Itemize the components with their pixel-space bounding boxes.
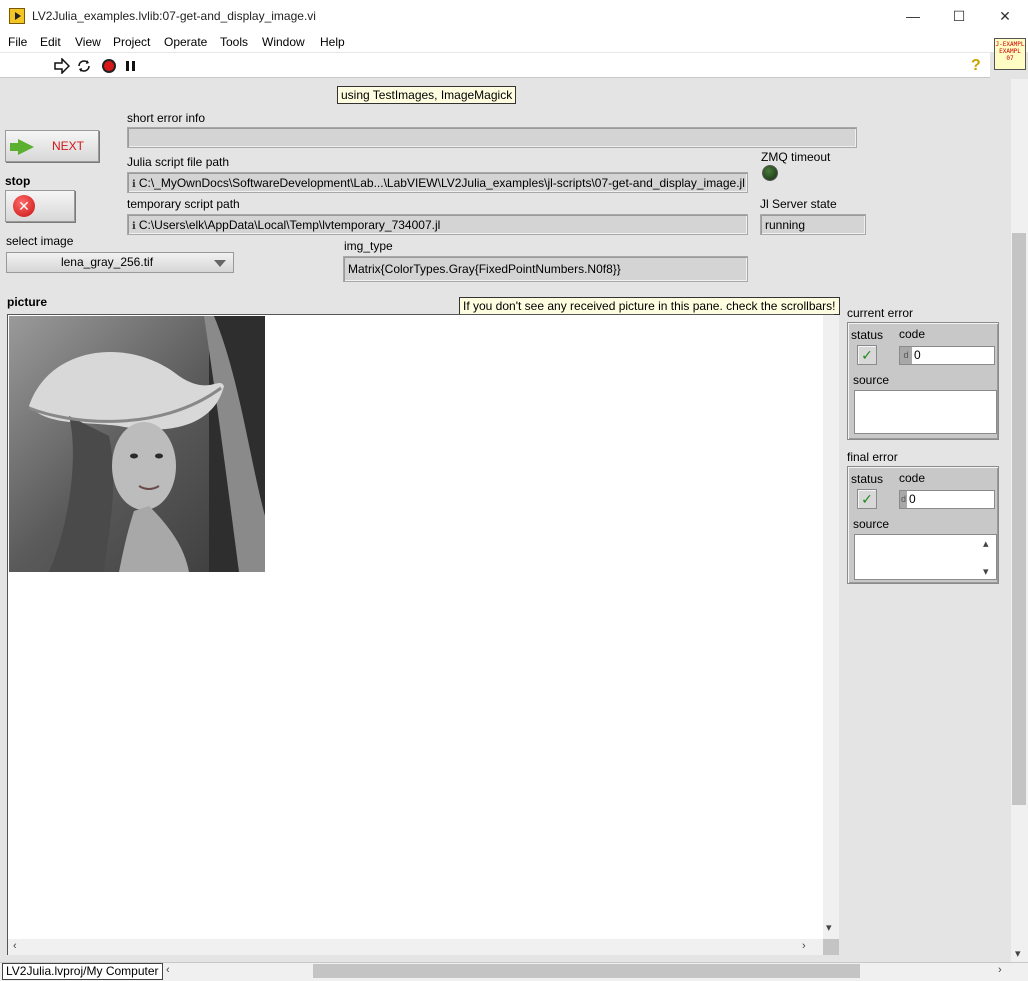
select-image-dropdown[interactable]: lena_gray_256.tif bbox=[6, 252, 234, 273]
julia-path-label: Julia script file path bbox=[127, 155, 230, 169]
grayscale-portrait-image bbox=[9, 316, 265, 572]
chevron-left-icon[interactable]: ‹ bbox=[166, 964, 170, 976]
jl-server-state-label: Jl Server state bbox=[760, 197, 837, 211]
next-button[interactable]: NEXT bbox=[5, 130, 99, 162]
final-error-cluster: status code ✓ d0 source ▴ ▾ bbox=[847, 466, 999, 584]
toolbar bbox=[0, 52, 990, 78]
menu-bar bbox=[0, 32, 1028, 52]
chevron-right-icon[interactable]: › bbox=[998, 964, 1002, 976]
arrow-right-icon bbox=[10, 139, 34, 155]
menu-operate[interactable]: Operate bbox=[164, 35, 207, 49]
select-image-label: select image bbox=[6, 234, 74, 248]
zmq-timeout-label: ZMQ timeout bbox=[761, 150, 831, 164]
final-error-label: final error bbox=[847, 450, 898, 464]
status-check-icon[interactable]: ✓ bbox=[857, 345, 877, 365]
code-label: code bbox=[899, 471, 926, 485]
vi-icon-text-2: EXAMPL bbox=[999, 48, 1021, 55]
select-image-value: lena_gray_256.tif bbox=[60, 255, 154, 269]
source-field[interactable] bbox=[854, 390, 997, 434]
status-check-icon[interactable]: ✓ bbox=[857, 489, 877, 509]
img-type-field: Matrix{ColorTypes.Gray{FixedPointNumbers… bbox=[343, 256, 748, 282]
source-label: source bbox=[853, 517, 890, 531]
short-error-field bbox=[127, 127, 857, 148]
maximize-button[interactable]: ☐ bbox=[936, 0, 982, 32]
temp-path-label: temporary script path bbox=[127, 197, 240, 211]
menu-project[interactable]: Project bbox=[113, 35, 150, 49]
window-horizontal-scroll-thumb[interactable] bbox=[313, 964, 860, 978]
pause-icon[interactable] bbox=[123, 58, 139, 74]
status-label: status bbox=[851, 328, 884, 342]
source-label: source bbox=[853, 373, 890, 387]
julia-path-value: C:\_MyOwnDocs\SoftwareDevelopment\Lab...… bbox=[138, 176, 745, 190]
stop-x-icon: ✕ bbox=[13, 195, 35, 217]
menu-file[interactable]: File bbox=[8, 35, 27, 49]
picture-indicator[interactable]: ▾ ‹ › bbox=[7, 314, 839, 955]
code-value: 0 bbox=[909, 492, 916, 506]
chevron-left-icon[interactable]: ‹ bbox=[13, 940, 17, 952]
window-vertical-scroll-thumb[interactable] bbox=[1012, 233, 1026, 805]
minimize-button[interactable]: — bbox=[890, 0, 936, 32]
code-field[interactable]: d0 bbox=[899, 346, 995, 365]
run-icon[interactable] bbox=[54, 57, 71, 75]
labview-app-icon bbox=[9, 8, 25, 24]
menu-edit[interactable]: Edit bbox=[40, 35, 61, 49]
path-icon: ℹ bbox=[132, 221, 136, 232]
free-label-imports: using TestImages, ImageMagick bbox=[337, 86, 517, 104]
status-label: status bbox=[851, 472, 884, 486]
vi-icon-text-3: 07 bbox=[1006, 55, 1014, 62]
path-icon: ℹ bbox=[132, 179, 136, 190]
stop-label: stop bbox=[5, 174, 31, 188]
vi-icon: J-EXAMPL EXAMPL 07 bbox=[994, 38, 1026, 70]
current-error-cluster: status code ✓ d0 source bbox=[847, 322, 999, 440]
menu-window[interactable]: Window bbox=[262, 35, 305, 49]
vi-icon-text-1: J-EXAMPL bbox=[995, 41, 1025, 48]
free-label-picture-hint: If you don't see any received picture in… bbox=[459, 297, 840, 315]
chevron-right-icon[interactable]: › bbox=[802, 940, 806, 952]
run-continuously-icon[interactable] bbox=[76, 58, 92, 74]
temp-path-value: C:\Users\elk\AppData\Local\Temp\lvtempor… bbox=[138, 218, 441, 232]
current-error-label: current error bbox=[847, 306, 914, 320]
scroll-corner bbox=[823, 939, 839, 955]
chevron-down-icon[interactable]: ▾ bbox=[983, 565, 989, 578]
menu-tools[interactable]: Tools bbox=[220, 35, 248, 49]
code-label: code bbox=[899, 327, 926, 341]
project-context-label: LV2Julia.lvproj/My Computer bbox=[2, 963, 163, 980]
next-button-label: NEXT bbox=[52, 139, 85, 153]
window-title: LV2Julia_examples.lvlib:07-get-and_displ… bbox=[32, 9, 316, 23]
context-help-icon[interactable]: ? bbox=[971, 57, 981, 75]
temp-path-field[interactable]: ℹ C:\Users\elk\AppData\Local\Temp\lvtempo… bbox=[127, 214, 748, 235]
jl-server-state-field: running bbox=[760, 214, 866, 235]
source-field[interactable]: ▴ ▾ bbox=[854, 534, 997, 580]
code-field[interactable]: d0 bbox=[899, 490, 995, 509]
chevron-up-icon[interactable]: ▴ bbox=[983, 537, 989, 550]
julia-path-field[interactable]: ℹ C:\_MyOwnDocs\SoftwareDevelopment\Lab..… bbox=[127, 172, 748, 193]
picture-horizontal-scrollbar[interactable]: ‹ › bbox=[8, 939, 823, 955]
chevron-down-icon[interactable]: ▾ bbox=[1015, 947, 1021, 960]
short-error-label: short error info bbox=[127, 111, 206, 125]
img-type-label: img_type bbox=[344, 239, 393, 253]
menu-help[interactable]: Help bbox=[320, 35, 345, 49]
code-value: 0 bbox=[914, 348, 921, 362]
radix-indicator: d bbox=[900, 491, 907, 508]
abort-icon[interactable] bbox=[101, 58, 117, 74]
chevron-down-icon bbox=[214, 260, 226, 267]
zmq-timeout-led bbox=[762, 165, 778, 181]
picture-vertical-scrollbar[interactable]: ▾ bbox=[823, 315, 839, 939]
picture-label: picture bbox=[7, 295, 48, 309]
close-button[interactable]: ✕ bbox=[982, 0, 1028, 32]
chevron-down-icon[interactable]: ▾ bbox=[826, 921, 832, 934]
stop-button[interactable]: ✕ bbox=[5, 190, 75, 222]
radix-indicator: d bbox=[900, 347, 912, 364]
menu-view[interactable]: View bbox=[75, 35, 101, 49]
